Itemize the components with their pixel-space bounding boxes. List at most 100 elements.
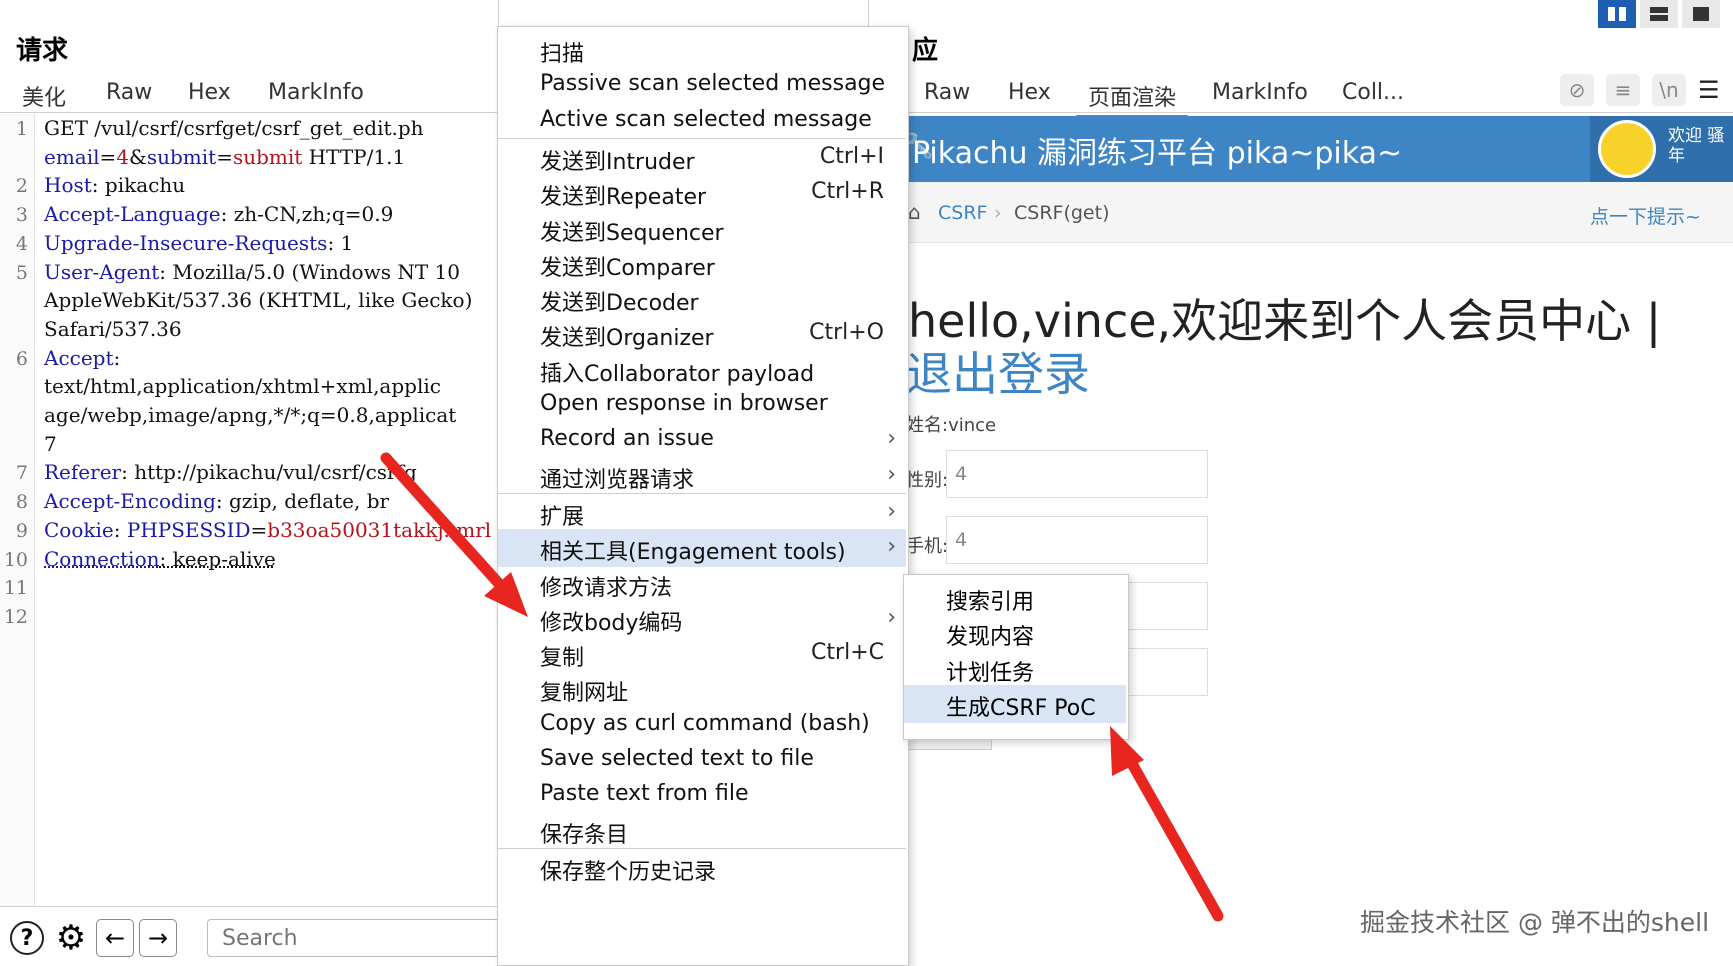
response-tabs: 化 Raw Hex 页面渲染 MarkInfo Coll... [868, 80, 1733, 118]
welcome-text: 欢迎 骚年 [1668, 126, 1725, 166]
tab-render[interactable]: 页面渲染 [1075, 80, 1189, 118]
line-number: 2 [15, 175, 28, 198]
split-horizontal-icon[interactable] [1640, 0, 1678, 28]
line-number: 8 [15, 491, 28, 514]
line-number: 5 [15, 261, 28, 284]
split-vertical-icon[interactable] [1598, 0, 1636, 28]
menu-item-label: 修改请求方法 [540, 575, 673, 601]
back-button[interactable]: ← [96, 919, 134, 957]
home-icon[interactable]: ⌂ [908, 200, 921, 224]
request-tabs: 美化 Raw Hex MarkInfo [0, 80, 498, 118]
gender-field[interactable]: 4 [946, 450, 1208, 498]
tab-markinfo[interactable]: MarkInfo [1212, 80, 1308, 111]
newline-icon[interactable]: \n [1652, 74, 1686, 106]
code-token: Safari/537.36 [44, 316, 182, 341]
submenu-item-label: 搜索引用 [946, 590, 1035, 615]
code-token: : [113, 345, 121, 370]
code-token: text/html,application/xhtml+xml,applic [44, 374, 441, 399]
gear-icon[interactable]: ⚙ [54, 918, 88, 958]
single-pane-icon[interactable] [1682, 0, 1720, 28]
line-number: 6 [15, 347, 28, 370]
code-token: = [99, 144, 117, 169]
menu-item[interactable]: 保存整个历史记录 [498, 849, 906, 887]
submenu-item[interactable]: 发现内容 [904, 614, 1126, 652]
tab-raw[interactable]: Raw [924, 80, 970, 111]
phone-field[interactable]: 4 [946, 516, 1208, 564]
menu-item[interactable]: Paste text from file [498, 776, 906, 814]
menu-item[interactable]: 复制 Ctrl+C [498, 635, 906, 673]
forward-button[interactable]: → [139, 919, 177, 957]
menu-item[interactable]: 保存条目 [498, 812, 906, 850]
site-title: Pikachu 漏洞练习平台 pika~pika~ [912, 136, 1403, 171]
menu-icon[interactable]: ☰ [1698, 76, 1720, 104]
menu-item-shortcut: Ctrl+O [809, 320, 884, 346]
menu-item[interactable]: 发送到Repeater Ctrl+R [498, 174, 906, 212]
hide-icon[interactable]: ⊘ [1560, 74, 1594, 106]
menu-item-label: Copy as curl command (bash) [540, 710, 870, 736]
code-token: Upgrade-Insecure-Requests [44, 230, 328, 255]
line-number: 11 [3, 577, 28, 600]
menu-item[interactable]: Open response in browser [498, 386, 906, 424]
menu-item[interactable]: 发送到Comparer [498, 245, 906, 283]
tab-markinfo[interactable]: MarkInfo [268, 80, 364, 111]
tab-pretty[interactable]: 美化 [9, 80, 79, 118]
menu-item-label: Passive scan selected message [540, 71, 886, 97]
code-line: User-Agent: Mozilla/5.0 (Windows NT 10 [44, 260, 460, 284]
code-token: AppleWebKit/537.36 (KHTML, like Gecko) [44, 288, 473, 313]
menu-item[interactable]: 发送到Intruder Ctrl+I [498, 139, 906, 177]
menu-item-label: 保存整个历史记录 [540, 859, 717, 885]
wrap-icon[interactable]: ≡ [1606, 74, 1640, 106]
submenu-item[interactable]: 生成CSRF PoC [904, 684, 1126, 723]
menu-item-label: Open response in browser [540, 391, 828, 416]
layout-toggle [1598, 0, 1733, 30]
menu-item[interactable]: Save selected text to file [498, 741, 906, 779]
code-token: : zh-CN,zh;q=0.9 [220, 202, 394, 227]
submenu-item[interactable]: 计划任务 [904, 650, 1126, 688]
menu-item[interactable]: 修改请求方法 [498, 565, 906, 603]
code-token: submit [146, 144, 217, 169]
menu-item-label: 扫描 [540, 42, 585, 67]
menu-item-label: Paste text from file [540, 781, 749, 807]
line-number: 4 [15, 232, 28, 255]
code-token: = [216, 144, 233, 169]
menu-item[interactable]: 扩展 › [498, 494, 906, 532]
submenu-item[interactable]: 搜索引用 [904, 579, 1126, 617]
chevron-right-icon: › [887, 461, 896, 487]
menu-item[interactable]: Copy as curl command (bash) [498, 706, 906, 744]
menu-item[interactable]: 复制网址 [498, 670, 906, 708]
menu-item[interactable]: Active scan selected message [498, 102, 906, 140]
breadcrumb-csrf[interactable]: CSRF [938, 202, 987, 224]
menu-item[interactable]: 修改body编码 › [498, 600, 906, 638]
menu-item[interactable]: 发送到Decoder [498, 280, 906, 318]
code-line: Accept-Encoding: gzip, deflate, br [44, 489, 389, 513]
code-line: AppleWebKit/537.36 (KHTML, like Gecko) [44, 288, 472, 312]
code-line: 7 [44, 432, 57, 456]
menu-item[interactable]: 扫描 [498, 31, 906, 69]
chevron-right-icon: › [887, 534, 896, 560]
logout-link[interactable]: 退出登录 [906, 338, 1090, 404]
menu-item[interactable]: Record an issue › [498, 421, 906, 459]
menu-item[interactable]: 通过浏览器请求 › [498, 457, 906, 495]
code-line: Host: pikachu [44, 173, 185, 197]
menu-item[interactable]: 插入Collaborator payload [498, 351, 906, 389]
code-token: = [250, 517, 268, 542]
menu-item[interactable]: 相关工具(Engagement tools) › [498, 529, 906, 568]
chevron-right-icon: › [994, 202, 1002, 224]
code-token: 7 [44, 431, 57, 456]
breadcrumb-current: CSRF(get) [1014, 202, 1110, 224]
tab-hex[interactable]: Hex [1008, 80, 1051, 111]
code-line: email=4&submit=submit HTTP/1.1 [44, 145, 405, 169]
menu-item[interactable]: Passive scan selected message [498, 66, 906, 104]
gender-label: 性别: [906, 470, 949, 491]
menu-item[interactable]: 发送到Organizer Ctrl+O [498, 315, 906, 353]
code-line: Accept-Language: zh-CN,zh;q=0.9 [44, 202, 393, 226]
hint-link[interactable]: 点一下提示~ [1590, 202, 1701, 229]
tab-hex[interactable]: Hex [188, 80, 231, 111]
menu-item-label: 复制 [540, 646, 585, 672]
tab-collaborator[interactable]: Coll... [1342, 80, 1404, 111]
search-input[interactable] [207, 919, 507, 957]
tab-raw[interactable]: Raw [106, 80, 152, 111]
help-icon[interactable]: ? [10, 921, 44, 955]
menu-item[interactable]: 发送到Sequencer [498, 210, 906, 248]
watermark: 掘金技术社区 @ 弹不出的shell [1360, 908, 1710, 937]
